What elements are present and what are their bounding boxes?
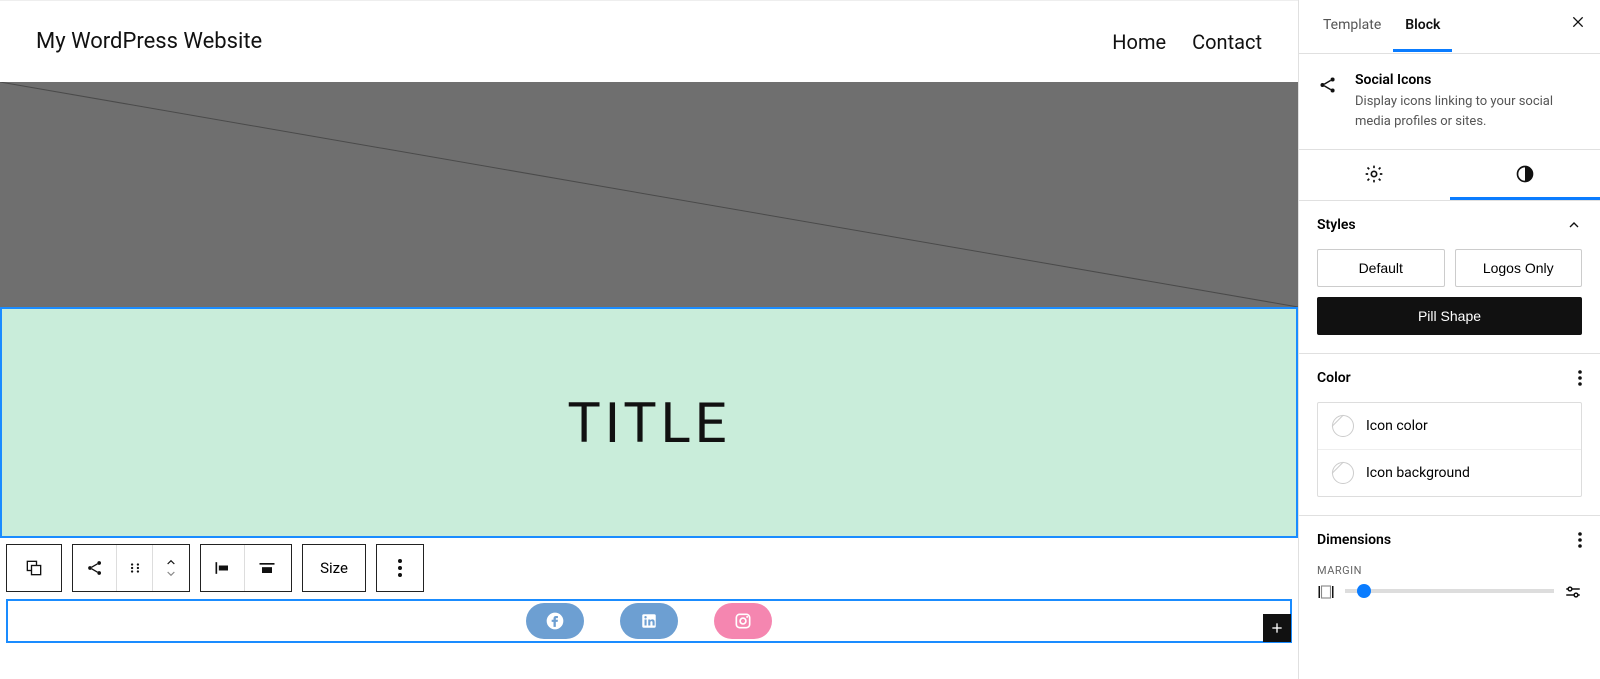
dimensions-options-menu[interactable] bbox=[1578, 532, 1582, 548]
icon-color-row[interactable]: Icon color bbox=[1318, 403, 1581, 450]
social-icons-block[interactable] bbox=[6, 599, 1292, 643]
chevron-up-icon bbox=[1566, 217, 1582, 233]
justify-button[interactable] bbox=[201, 545, 245, 591]
block-title: Social Icons bbox=[1355, 72, 1582, 88]
style-default[interactable]: Default bbox=[1317, 249, 1445, 287]
move-up-down[interactable] bbox=[153, 545, 189, 591]
justify-left-icon bbox=[213, 558, 233, 578]
drag-handle[interactable] bbox=[117, 545, 153, 591]
style-options: Default Logos Only Pill Shape bbox=[1299, 249, 1600, 354]
social-facebook[interactable] bbox=[526, 603, 584, 639]
hero-image-placeholder[interactable] bbox=[0, 82, 1298, 307]
copy-icon bbox=[24, 558, 44, 578]
margin-control bbox=[1299, 577, 1600, 613]
color-options-menu[interactable] bbox=[1578, 370, 1582, 386]
contrast-icon bbox=[1515, 164, 1535, 184]
site-nav: Home Contact bbox=[1112, 30, 1262, 54]
dots-vertical-icon bbox=[398, 559, 402, 577]
size-label: Size bbox=[320, 559, 348, 577]
size-button[interactable]: Size bbox=[302, 544, 366, 592]
move-icon bbox=[163, 557, 179, 579]
icon-background-label: Icon background bbox=[1366, 465, 1470, 481]
sidebar-tabs: Template Block bbox=[1299, 0, 1600, 54]
share-icon bbox=[1317, 74, 1341, 131]
sliders-icon bbox=[1564, 583, 1582, 601]
parent-block-button[interactable] bbox=[6, 544, 62, 592]
block-toolbar: Size bbox=[0, 538, 1298, 592]
close-icon bbox=[1570, 14, 1586, 30]
margin-slider[interactable] bbox=[1345, 589, 1554, 595]
tab-template[interactable]: Template bbox=[1311, 1, 1393, 52]
styles-panel-header[interactable]: Styles bbox=[1299, 201, 1600, 249]
close-sidebar-button[interactable] bbox=[1570, 14, 1586, 30]
block-subtabs bbox=[1299, 150, 1600, 201]
title-block[interactable]: TITLE bbox=[0, 307, 1298, 538]
align-icon bbox=[257, 558, 277, 578]
margin-custom-button[interactable] bbox=[1564, 583, 1582, 601]
facebook-icon bbox=[545, 611, 565, 631]
style-pill-shape[interactable]: Pill Shape bbox=[1317, 297, 1582, 335]
nav-link-contact[interactable]: Contact bbox=[1192, 30, 1262, 54]
dimensions-panel-header[interactable]: Dimensions bbox=[1299, 516, 1600, 564]
icon-color-label: Icon color bbox=[1366, 418, 1428, 434]
subtab-settings[interactable] bbox=[1299, 150, 1450, 200]
linkedin-icon bbox=[640, 612, 658, 630]
dots-vertical-icon bbox=[1578, 370, 1582, 386]
share-button[interactable] bbox=[73, 545, 117, 591]
share-icon bbox=[85, 558, 105, 578]
nav-link-home[interactable]: Home bbox=[1112, 30, 1166, 54]
subtab-styles[interactable] bbox=[1450, 150, 1600, 200]
settings-sidebar: Template Block Social Icons Display icon… bbox=[1298, 0, 1600, 679]
more-options-button[interactable] bbox=[376, 544, 424, 592]
site-title[interactable]: My WordPress Website bbox=[36, 29, 262, 54]
styles-title: Styles bbox=[1317, 217, 1356, 233]
slider-thumb[interactable] bbox=[1357, 584, 1371, 598]
color-panel-header[interactable]: Color bbox=[1299, 354, 1600, 402]
align-button[interactable] bbox=[245, 545, 289, 591]
site-header: My WordPress Website Home Contact bbox=[0, 1, 1298, 82]
margin-sides-icon[interactable] bbox=[1317, 583, 1335, 601]
plus-icon bbox=[1269, 620, 1285, 636]
dimensions-title: Dimensions bbox=[1317, 532, 1391, 548]
block-info: Social Icons Display icons linking to yo… bbox=[1299, 54, 1600, 150]
block-description: Display icons linking to your social med… bbox=[1355, 92, 1582, 131]
style-logos-only[interactable]: Logos Only bbox=[1455, 249, 1583, 287]
color-options-box: Icon color Icon background bbox=[1317, 402, 1582, 497]
empty-swatch-icon bbox=[1332, 462, 1354, 484]
toolbar-group-align bbox=[200, 544, 292, 592]
gear-icon bbox=[1364, 164, 1384, 184]
empty-swatch-icon bbox=[1332, 415, 1354, 437]
dots-vertical-icon bbox=[1578, 532, 1582, 548]
drag-icon bbox=[128, 561, 142, 575]
color-title: Color bbox=[1317, 370, 1351, 386]
toolbar-group-block bbox=[72, 544, 190, 592]
title-text[interactable]: TITLE bbox=[567, 390, 730, 456]
tab-block[interactable]: Block bbox=[1393, 1, 1452, 52]
add-block-button[interactable] bbox=[1263, 614, 1291, 642]
editor-canvas: My WordPress Website Home Contact TITLE bbox=[0, 0, 1298, 679]
social-linkedin[interactable] bbox=[620, 603, 678, 639]
icon-background-row[interactable]: Icon background bbox=[1318, 450, 1581, 496]
instagram-icon bbox=[733, 611, 753, 631]
margin-label: MARGIN bbox=[1299, 564, 1600, 577]
social-instagram[interactable] bbox=[714, 603, 772, 639]
